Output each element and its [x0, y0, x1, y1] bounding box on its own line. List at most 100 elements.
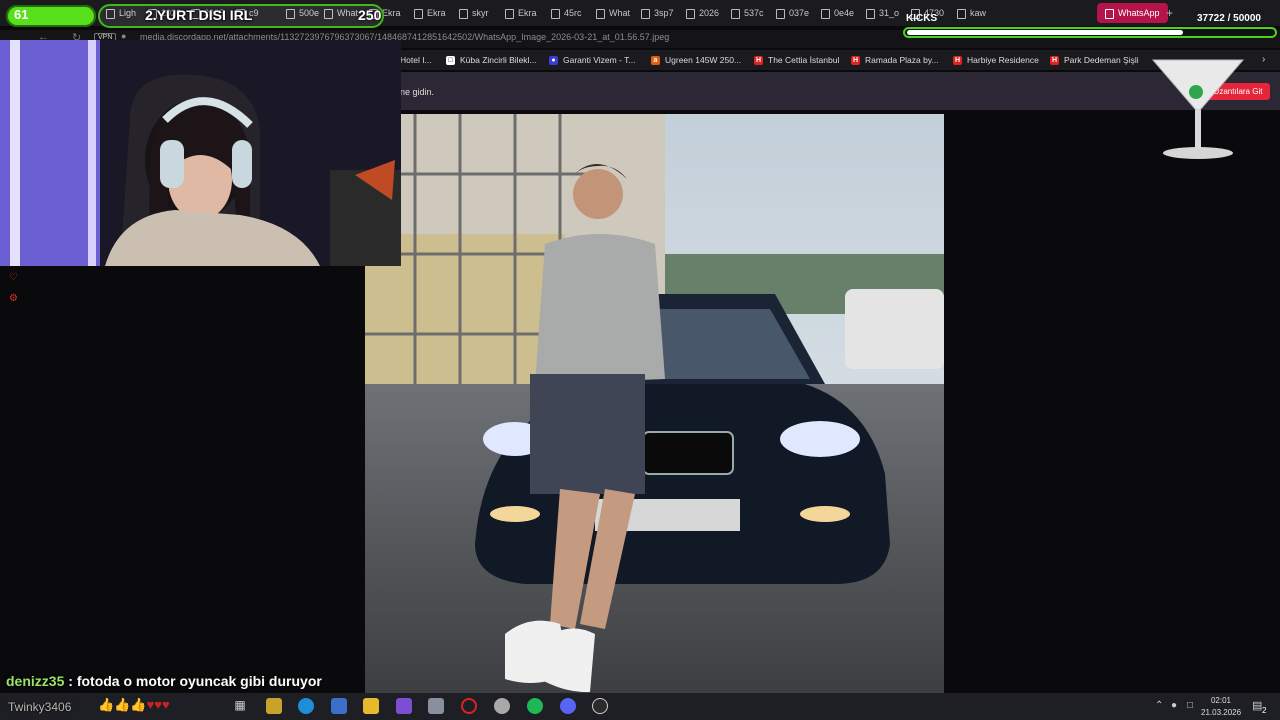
- task-view-icon[interactable]: ▦: [232, 698, 248, 714]
- tab-label: 31_o: [879, 8, 900, 18]
- bookmark-favicon-icon: H: [754, 56, 763, 66]
- chat-message: denizz35 : fotoda o motor oyuncak gibi d…: [6, 673, 322, 689]
- bookmark-item[interactable]: □ Küba Zincirli Bilekl...: [446, 55, 537, 66]
- kicks-goal-count: 37722 / 50000: [1197, 13, 1261, 24]
- tab-label: 0e4e: [834, 8, 855, 18]
- microphone-icon[interactable]: ●: [1171, 700, 1177, 711]
- tab-favicon-icon: [505, 8, 514, 19]
- app-icon-4[interactable]: [494, 698, 510, 714]
- chat-text: fotoda o motor oyuncak gibi duruyor: [76, 673, 322, 689]
- bookmark-label: Hotel I...: [400, 55, 432, 65]
- tab-favicon-icon: [957, 8, 966, 19]
- browser-tab[interactable]: 537c: [731, 3, 764, 23]
- browser-tab[interactable]: 0e4e: [821, 3, 854, 23]
- bookmark-favicon-icon: a: [651, 56, 660, 66]
- bookmark-label: The Cettia İstanbul: [768, 55, 840, 65]
- tab-label: 537c: [744, 8, 764, 18]
- webcam-overlay: [0, 40, 401, 266]
- browser-tab[interactable]: 3sp7: [641, 3, 674, 23]
- tab-label: skyr: [472, 8, 489, 18]
- tray-overflow-icon[interactable]: ⌃: [1155, 700, 1163, 711]
- goal-count: 250: [358, 7, 382, 23]
- tab-label: 037e: [789, 8, 810, 18]
- bookmark-item[interactable]: a Ugreen 145W 250...: [651, 55, 742, 66]
- chat-username: denizz35: [6, 673, 65, 689]
- tab-favicon-icon: [686, 8, 695, 19]
- tab-label: 3sp7: [654, 8, 674, 18]
- bookmark-label: Ugreen 145W 250...: [665, 55, 742, 65]
- tab-favicon-icon: [551, 8, 560, 19]
- tab-favicon-icon: [1105, 8, 1114, 19]
- network-icon[interactable]: □: [1187, 700, 1193, 711]
- bookmark-item[interactable]: Hotel I...: [400, 55, 432, 65]
- edge-icon[interactable]: [298, 698, 314, 714]
- kicks-goal-label: KICKS: [906, 13, 938, 24]
- martini-glass-icon: [1148, 55, 1248, 165]
- bookmark-favicon-icon: H: [851, 56, 860, 66]
- tab-favicon-icon: [866, 8, 875, 19]
- browser-tab[interactable]: 31_o: [866, 3, 899, 23]
- browser-tab[interactable]: 2026: [686, 3, 719, 23]
- tab-favicon-icon: [641, 8, 650, 19]
- tab-favicon-icon: [821, 8, 830, 19]
- bookmark-item[interactable]: H Park Dedeman Şişli: [1050, 55, 1139, 66]
- bookmark-label: Küba Zincirli Bilekl...: [460, 55, 537, 65]
- bookmark-item[interactable]: ● Garanti Vizem - T...: [549, 55, 636, 66]
- stream-settings-icon: ⚙: [9, 293, 18, 304]
- info-bar-text: ne gidin.: [400, 87, 435, 97]
- bookmark-label: Garanti Vizem - T...: [563, 55, 636, 65]
- app-icon[interactable]: [266, 698, 282, 714]
- tab-favicon-icon: [459, 8, 468, 19]
- opera-icon[interactable]: [461, 698, 477, 714]
- new-tab-button[interactable]: +: [1166, 3, 1173, 23]
- bookmark-label: Ramada Plaza by...: [865, 55, 939, 65]
- explorer-icon[interactable]: [363, 698, 379, 714]
- chat-separator: :: [64, 673, 77, 689]
- spotify-icon[interactable]: [527, 698, 543, 714]
- browser-tab[interactable]: 037e: [776, 3, 809, 23]
- browser-tab[interactable]: 45rc: [551, 3, 582, 23]
- bookmark-label: Park Dedeman Şişli: [1064, 55, 1139, 65]
- bookmark-item[interactable]: H Ramada Plaza by...: [851, 55, 939, 66]
- image-viewer-photo[interactable]: [365, 114, 944, 693]
- bookmark-favicon-icon: □: [446, 56, 455, 66]
- level-number: 61: [14, 7, 29, 22]
- tab-favicon-icon: [776, 8, 785, 19]
- windows-taskbar: [0, 693, 1280, 720]
- stream-alert-icon: ♡: [9, 272, 18, 283]
- kicks-progress-fill: [907, 30, 1183, 35]
- tab-label: Ekra: [382, 8, 401, 18]
- discord-icon[interactable]: [560, 698, 576, 714]
- browser-tab[interactable]: kaw: [957, 3, 986, 23]
- tab-label: 45rc: [564, 8, 582, 18]
- obs-icon[interactable]: [592, 698, 608, 714]
- store-icon[interactable]: [331, 698, 347, 714]
- clock-date[interactable]: 21.03.2026: [1201, 708, 1241, 717]
- tab-favicon-icon: [731, 8, 740, 19]
- bookmark-label: Harbiye Residence: [967, 55, 1039, 65]
- tab-label: WhatsApp: [1118, 8, 1160, 18]
- tab-label: Ekra: [427, 8, 446, 18]
- streamer-webcam-image: [0, 40, 401, 266]
- notification-icon[interactable]: ▤: [1252, 699, 1262, 712]
- clock-time[interactable]: 02:01: [1206, 696, 1236, 705]
- browser-tab[interactable]: skyr: [459, 3, 489, 23]
- app-icon-2[interactable]: [396, 698, 412, 714]
- bookmark-favicon-icon: ●: [549, 56, 558, 66]
- bookmark-favicon-icon: H: [953, 56, 962, 66]
- browser-tab[interactable]: Ekra: [414, 3, 446, 23]
- bookmark-item[interactable]: H Harbiye Residence: [953, 55, 1039, 66]
- tab-label: What: [609, 8, 631, 18]
- tab-label: 2026: [699, 8, 720, 18]
- app-icon-3[interactable]: [428, 698, 444, 714]
- goal-title: 2.YURT DISI IRL: [145, 7, 253, 23]
- notification-count: 2: [1262, 706, 1267, 715]
- browser-tab[interactable]: What: [596, 3, 630, 23]
- bookmark-item[interactable]: H The Cettia İstanbul: [754, 55, 840, 66]
- tab-whatsapp-active[interactable]: WhatsApp: [1097, 3, 1168, 23]
- bookmark-favicon-icon: H: [1050, 56, 1059, 66]
- emote-icons: 👍👍👍♥♥♥: [98, 697, 170, 712]
- bookmarks-overflow-icon[interactable]: ›: [1262, 54, 1265, 65]
- browser-tab[interactable]: Ekra: [505, 3, 537, 23]
- tab-favicon-icon: [414, 8, 423, 19]
